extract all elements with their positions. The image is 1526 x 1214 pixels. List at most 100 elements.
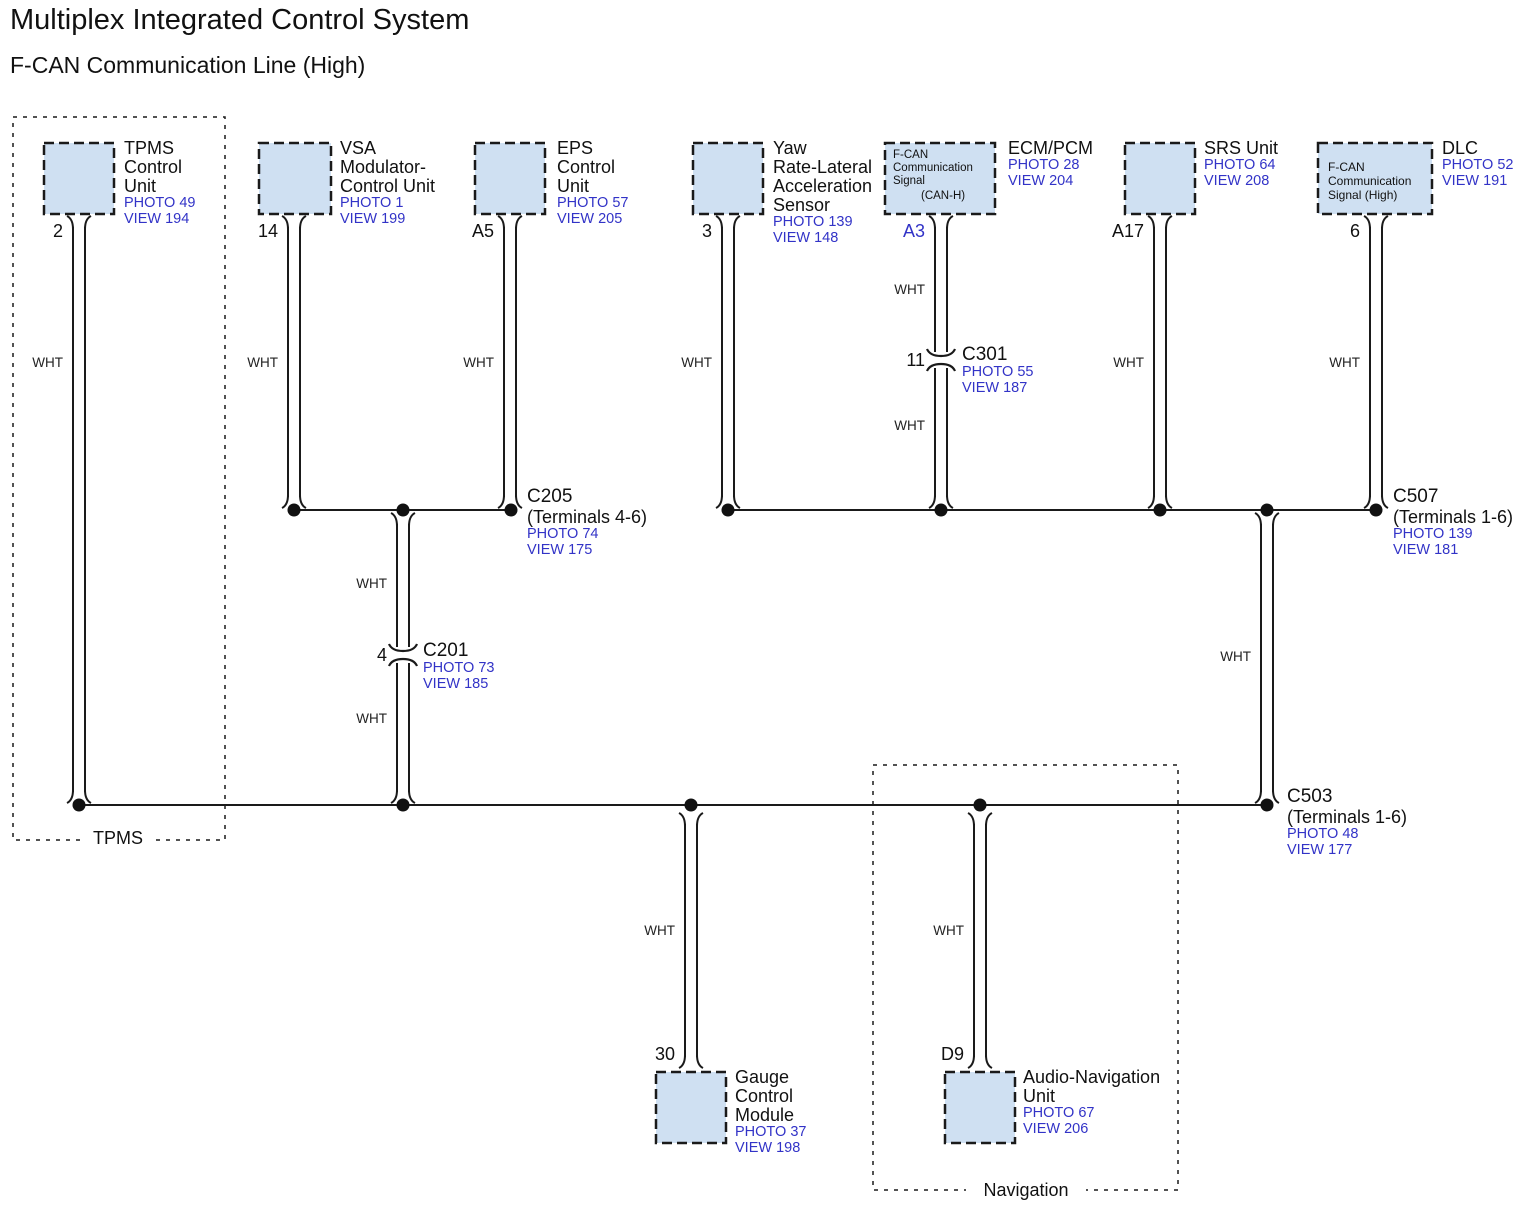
eps-pin: A5: [438, 221, 494, 242]
c507-name: C507: [1393, 487, 1513, 507]
wire-vsa: [282, 216, 306, 508]
vsa-pin: 14: [222, 221, 278, 242]
c205-photo-link[interactable]: PHOTO 74: [527, 527, 647, 543]
audio-nav-photo-link[interactable]: PHOTO 67: [1023, 1106, 1160, 1122]
vsa-label: VSA Modulator- Control Unit PHOTO 1 VIEW…: [340, 139, 435, 227]
c205-terminals: (Terminals 4-6): [527, 507, 647, 527]
wire-eps: [498, 216, 522, 508]
dlc-pin: 6: [1304, 221, 1360, 242]
wiring-layer: [0, 0, 1526, 1214]
wire-color-c507-branch: WHT: [1205, 649, 1251, 664]
page-title: Multiplex Integrated Control System: [10, 4, 469, 37]
srs-box: [1125, 143, 1195, 214]
c507-photo-link[interactable]: PHOTO 139: [1393, 527, 1513, 543]
page-subtitle: F-CAN Communication Line (High): [10, 52, 365, 79]
audio-nav-name: Audio-Navigation Unit: [1023, 1068, 1160, 1106]
ecm-photo-link[interactable]: PHOTO 28: [1008, 158, 1093, 174]
wire-color-dlc: WHT: [1314, 355, 1360, 370]
audio-nav-box: [945, 1072, 1015, 1143]
vsa-name: VSA Modulator- Control Unit: [340, 139, 435, 196]
vsa-box: [259, 143, 331, 214]
c503-name: C503: [1287, 787, 1407, 807]
navigation-group-label: Navigation: [966, 1180, 1086, 1201]
c201-label: C201 PHOTO 73 VIEW 185: [423, 641, 494, 692]
wire-yaw: [716, 216, 740, 508]
wire-color-ecm-upper: WHT: [879, 282, 925, 297]
srs-photo-link[interactable]: PHOTO 64: [1204, 158, 1278, 174]
eps-view-link[interactable]: VIEW 205: [557, 212, 628, 228]
c201-name: C201: [423, 641, 494, 661]
wire-c507-to-c503: [1255, 513, 1279, 803]
tpms-label: TPMS Control Unit PHOTO 49 VIEW 194: [124, 139, 195, 227]
gauge-pin: 30: [619, 1044, 675, 1065]
ecm-inner-canh-text: (CAN-H): [921, 190, 965, 203]
c301-photo-link[interactable]: PHOTO 55: [962, 365, 1033, 381]
c301-name: C301: [962, 345, 1033, 365]
ecm-inner-signal-text: F-CAN Communication Signal: [893, 149, 993, 189]
wire-color-tpms: WHT: [17, 355, 63, 370]
eps-box: [475, 143, 545, 214]
wire-c205-to-mainbus: [389, 513, 417, 803]
c205-name: C205: [527, 487, 647, 507]
c201-photo-link[interactable]: PHOTO 73: [423, 661, 494, 677]
dlc-name: DLC: [1442, 139, 1513, 158]
ecm-view-link[interactable]: VIEW 204: [1008, 174, 1093, 190]
c507-label: C507 (Terminals 1-6) PHOTO 139 VIEW 181: [1393, 487, 1513, 558]
ecm-name: ECM/PCM: [1008, 139, 1093, 158]
audio-nav-label: Audio-Navigation Unit PHOTO 67 VIEW 206: [1023, 1068, 1160, 1137]
wire-color-eps: WHT: [448, 355, 494, 370]
srs-label: SRS Unit PHOTO 64 VIEW 208: [1204, 139, 1278, 189]
gauge-name: Gauge Control Module: [735, 1068, 806, 1125]
tpms-photo-link[interactable]: PHOTO 49: [124, 196, 195, 212]
tpms-group-label: TPMS: [80, 828, 156, 849]
yaw-view-link[interactable]: VIEW 148: [773, 231, 872, 247]
tpms-view-link[interactable]: VIEW 194: [124, 212, 195, 228]
srs-view-link[interactable]: VIEW 208: [1204, 174, 1278, 190]
c205-view-link[interactable]: VIEW 175: [527, 543, 647, 559]
c201-view-link[interactable]: VIEW 185: [423, 677, 494, 693]
dlc-inner-signal-text: F-CAN Communication Signal (High): [1328, 160, 1432, 202]
srs-name: SRS Unit: [1204, 139, 1278, 158]
c503-label: C503 (Terminals 1-6) PHOTO 48 VIEW 177: [1287, 787, 1407, 858]
c301-label: C301 PHOTO 55 VIEW 187: [962, 345, 1033, 396]
c201-pin: 4: [331, 645, 387, 666]
wire-color-ecm-lower: WHT: [879, 418, 925, 433]
yaw-label: Yaw Rate-Lateral Acceleration Sensor PHO…: [773, 139, 872, 246]
wire-ecm: [927, 216, 955, 508]
c503-view-link[interactable]: VIEW 177: [1287, 843, 1407, 859]
vsa-view-link[interactable]: VIEW 199: [340, 212, 435, 228]
yaw-pin: 3: [656, 221, 712, 242]
c301-view-link[interactable]: VIEW 187: [962, 381, 1033, 397]
tpms-pin: 2: [7, 221, 63, 242]
gauge-label: Gauge Control Module PHOTO 37 VIEW 198: [735, 1068, 806, 1156]
wire-audio-nav: [968, 813, 992, 1068]
gauge-photo-link[interactable]: PHOTO 37: [735, 1125, 806, 1141]
eps-photo-link[interactable]: PHOTO 57: [557, 196, 628, 212]
wire-color-yaw: WHT: [666, 355, 712, 370]
ecm-pin: A3: [869, 221, 925, 242]
c205-label: C205 (Terminals 4-6) PHOTO 74 VIEW 175: [527, 487, 647, 558]
gauge-box: [656, 1072, 726, 1143]
wire-tpms: [67, 216, 91, 803]
dlc-photo-link[interactable]: PHOTO 52: [1442, 158, 1513, 174]
wire-color-branch-upper: WHT: [341, 576, 387, 591]
audio-nav-view-link[interactable]: VIEW 206: [1023, 1122, 1160, 1138]
component-boxes: [44, 143, 1432, 1143]
c507-view-link[interactable]: VIEW 181: [1393, 543, 1513, 559]
wire-color-vsa: WHT: [232, 355, 278, 370]
inline-connector-c301: [927, 349, 955, 371]
vsa-photo-link[interactable]: PHOTO 1: [340, 196, 435, 212]
yaw-photo-link[interactable]: PHOTO 139: [773, 215, 872, 231]
c503-photo-link[interactable]: PHOTO 48: [1287, 827, 1407, 843]
wire-gauge: [679, 813, 703, 1068]
inline-connector-c201: [389, 644, 417, 666]
srs-pin: A17: [1088, 221, 1144, 242]
ecm-label: ECM/PCM PHOTO 28 VIEW 204: [1008, 139, 1093, 189]
dlc-view-link[interactable]: VIEW 191: [1442, 174, 1513, 190]
audio-nav-pin: D9: [908, 1044, 964, 1065]
tpms-name: TPMS Control Unit: [124, 139, 195, 196]
wire-color-audio-nav: WHT: [918, 923, 964, 938]
gauge-view-link[interactable]: VIEW 198: [735, 1141, 806, 1157]
tpms-box: [44, 143, 114, 214]
dlc-label: DLC PHOTO 52 VIEW 191: [1442, 139, 1513, 189]
